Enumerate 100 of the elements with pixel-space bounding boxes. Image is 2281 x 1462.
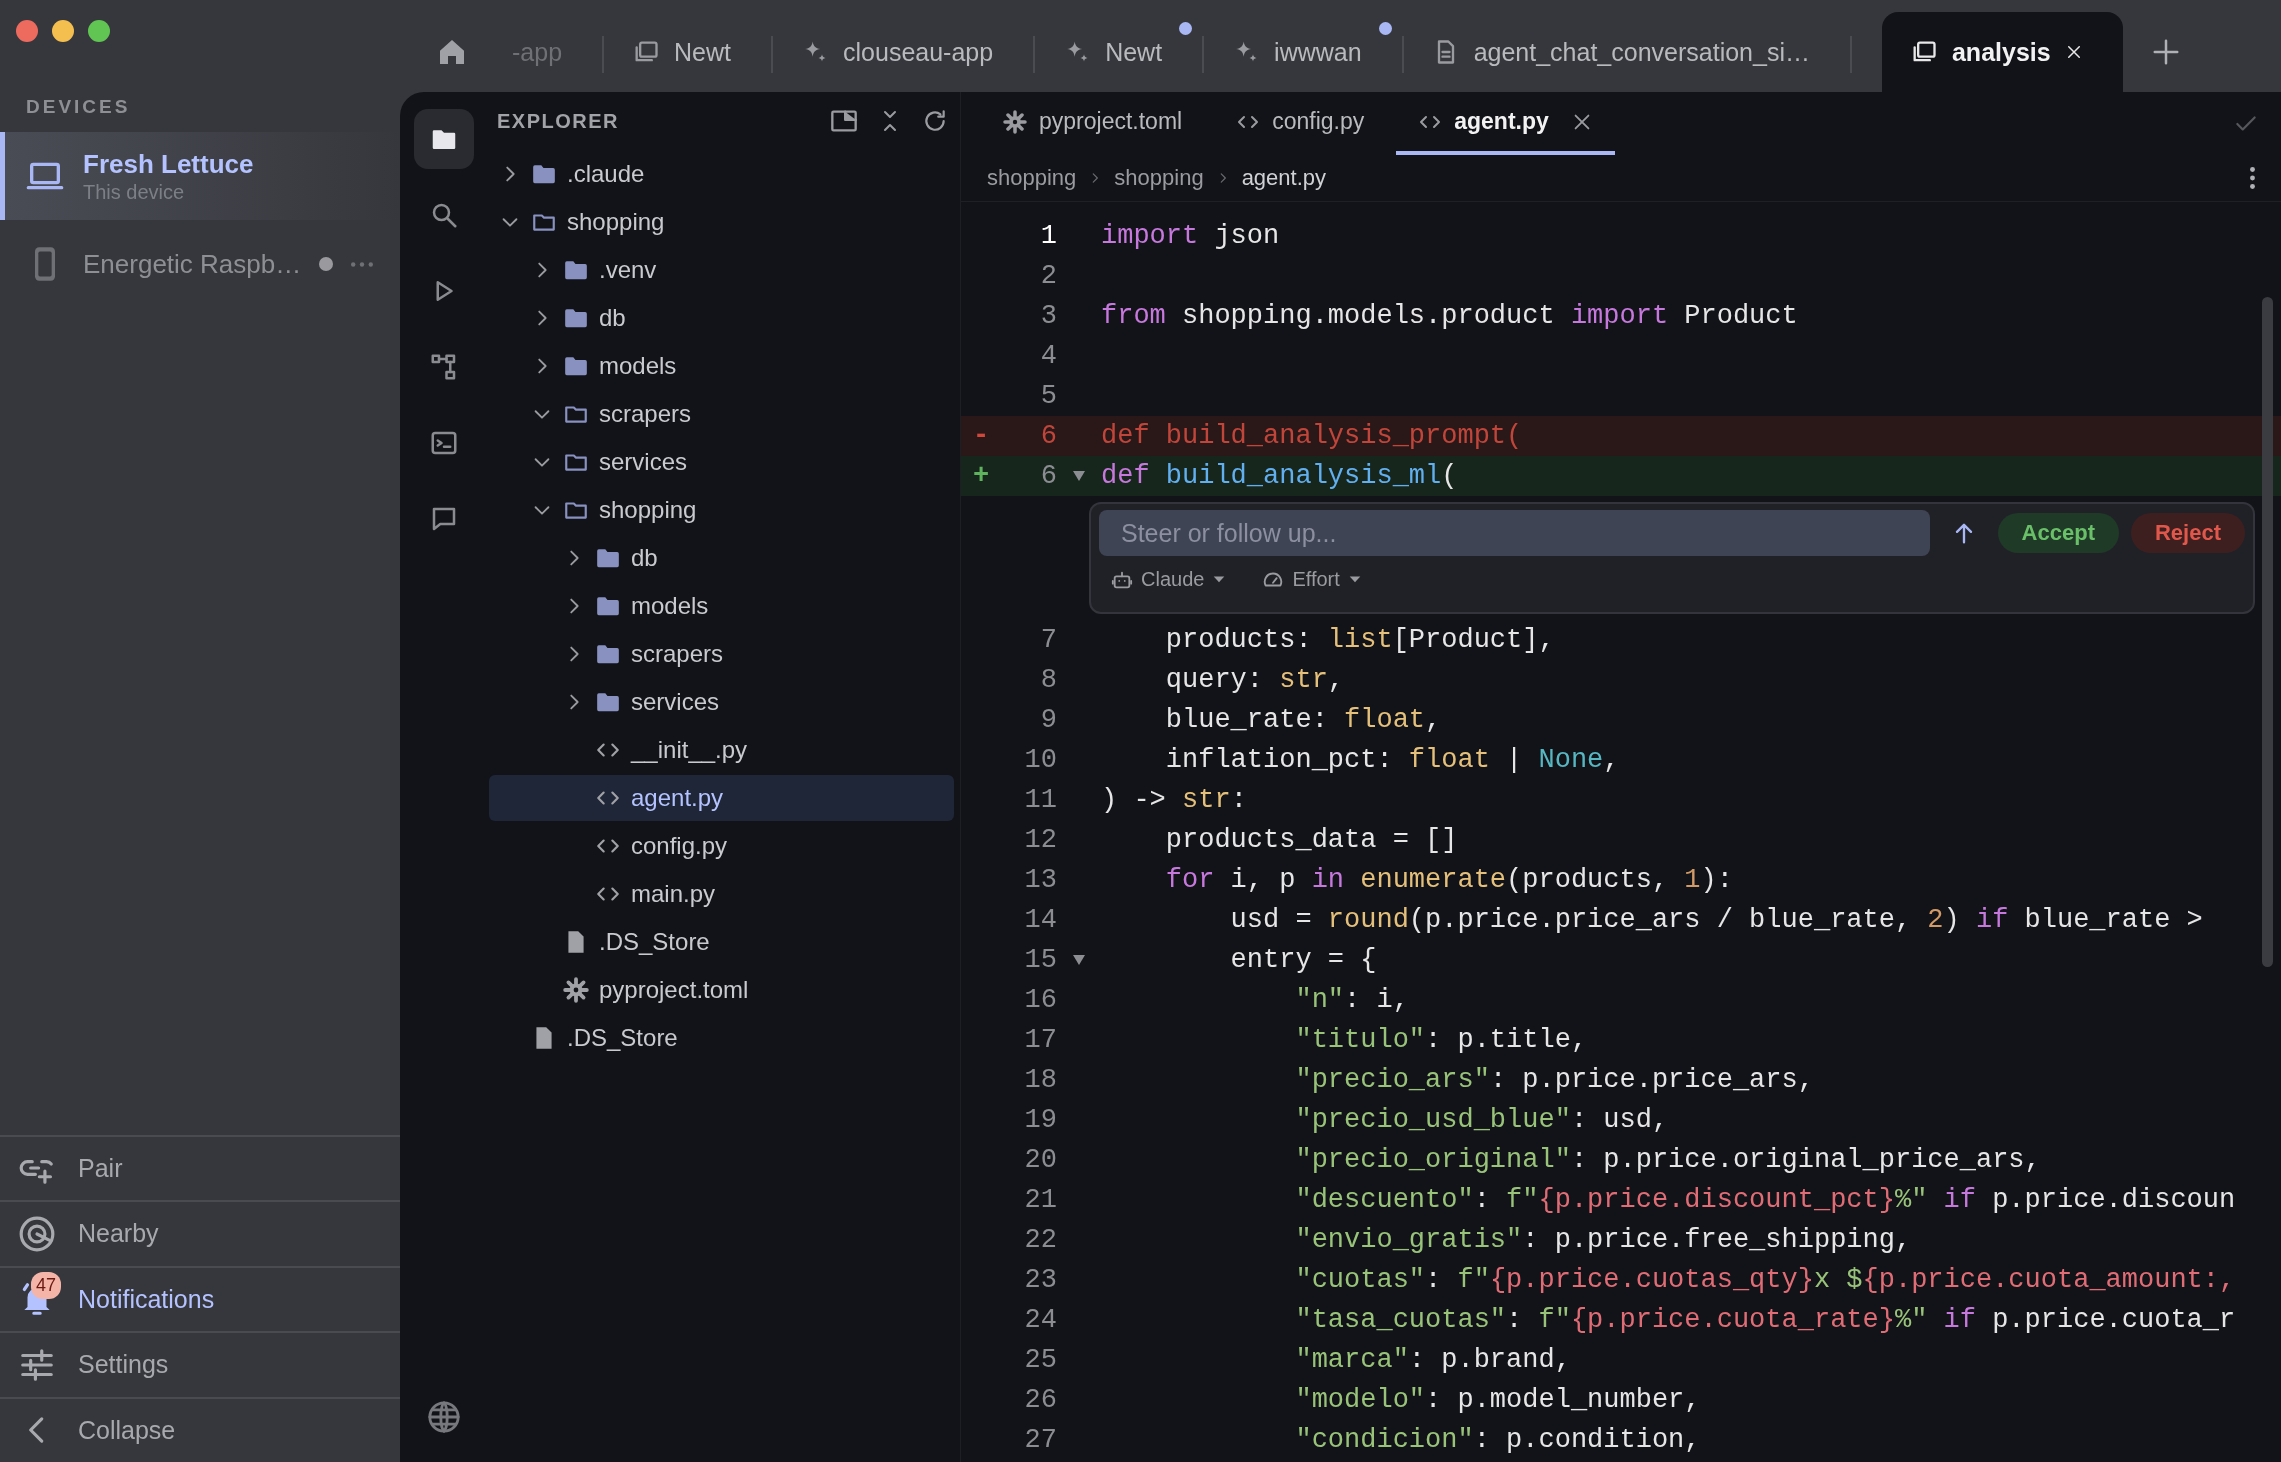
line-number: 25 (1023, 1345, 1057, 1375)
tree-item[interactable]: .claude (489, 151, 954, 197)
code-line: for i, p in enumerate(products, 1): (1164, 865, 1733, 895)
code-line: "n": i, (1294, 985, 1409, 1015)
line-number: 11 (1023, 785, 1057, 815)
effort-dropdown[interactable]: Effort (1262, 568, 1362, 591)
line-number: 23 (1023, 1265, 1057, 1295)
line-number: 26 (1023, 1385, 1057, 1415)
line-number: 3 (1039, 301, 1057, 331)
line-number: 6 (1039, 461, 1057, 491)
tree-item[interactable]: shopping (489, 487, 954, 533)
breadcrumb-item[interactable]: agent.py (1241, 165, 1327, 191)
model-dropdown[interactable]: Claude (1111, 568, 1227, 591)
line-number: 5 (1039, 381, 1057, 411)
code-line: entry = { (1229, 945, 1377, 975)
code-line: "tasa_cuotas": f"{p.price.cuota_rate}%" if p.price.cuota_r (1294, 1305, 2236, 1335)
device-item[interactable]: Energetic Raspb… (0, 220, 400, 308)
line-number: 20 (1023, 1145, 1057, 1175)
code-line: usd = round(p.price.price_ars / blue_rate, 2) if blue_rate > (1229, 905, 2203, 935)
close-window-button[interactable] (16, 20, 38, 42)
nav-item[interactable]: Nearby (0, 1200, 400, 1266)
radar-icon (18, 1214, 56, 1253)
tree-item[interactable]: services (489, 439, 954, 485)
tree-item[interactable]: db (489, 295, 954, 341)
reject-button[interactable]: Reject (2130, 513, 2245, 553)
code-line: "precio_ars": p.price.price_ars, (1294, 1065, 1814, 1095)
gear-icon (1003, 109, 1027, 134)
tree-item[interactable]: __init__.py (489, 727, 954, 773)
notification-badge: 47 (31, 1271, 62, 1299)
device-subtitle: This device (83, 180, 185, 204)
code-line: inflation_pct: float | None, (1164, 745, 1620, 775)
line-number: 9 (1039, 705, 1057, 735)
editor-tab[interactable]: config.py (1214, 92, 1387, 155)
prompt-input[interactable]: Steer or follow up... (1099, 510, 1930, 556)
more-vertical-icon[interactable] (2250, 167, 2255, 189)
tab[interactable]: analysis (1881, 12, 2123, 92)
line-number: 1 (1039, 221, 1057, 251)
nav-item[interactable]: Notifications 47 (0, 1265, 400, 1331)
code-line: blue_rate: float, (1164, 705, 1442, 735)
line-number: 19 (1023, 1105, 1057, 1135)
tree-item[interactable]: db (489, 535, 954, 581)
refresh-icon (922, 108, 948, 134)
code-line: import json (1101, 221, 1280, 251)
line-number: 2 (1039, 261, 1057, 291)
accept-button[interactable]: Accept (1997, 513, 2119, 553)
tree-item[interactable]: scrapers (489, 391, 954, 437)
panel-title: EXPLORER (497, 109, 621, 133)
code-line: "titulo": p.title, (1294, 1025, 1588, 1055)
code-line: "modelo": p.model_number, (1294, 1385, 1701, 1415)
code-line: "precio_usd_blue": usd, (1294, 1105, 1669, 1135)
code-line: "envio_gratis": p.price.free_shipping, (1294, 1225, 1912, 1255)
minimize-window-button[interactable] (52, 20, 74, 42)
diff-sign: - (972, 421, 991, 451)
maximize-window-button[interactable] (88, 20, 110, 42)
code-line: ) -> str: (1101, 785, 1247, 815)
nav-item[interactable]: Settings (0, 1331, 400, 1397)
line-number: 21 (1023, 1185, 1057, 1215)
editor-tab[interactable]: agent.py (1396, 92, 1615, 155)
tree-item[interactable]: agent.py (489, 775, 954, 821)
more-icon[interactable] (351, 261, 374, 267)
code-line: "precio_original": p.price.original_price_ars, (1294, 1145, 2041, 1175)
code-line: "cuotas": f"{p.price.cuotas_qty}x ${p.price.cuota_amount:, (1294, 1265, 2236, 1295)
breadcrumb-item[interactable]: shopping (987, 165, 1077, 191)
tree-item[interactable]: shopping (489, 199, 954, 245)
tree-item[interactable]: services (489, 679, 954, 725)
editor-tab[interactable]: pyproject.toml (981, 92, 1205, 155)
tree-item[interactable]: main.py (489, 871, 954, 917)
line-number: 16 (1023, 985, 1057, 1015)
code-line: products_data = [] (1164, 825, 1458, 855)
fold-icon[interactable] (1072, 954, 1086, 966)
line-number: 18 (1023, 1065, 1057, 1095)
tree-item[interactable]: .DS_Store (489, 919, 954, 965)
tree-item[interactable]: scrapers (489, 631, 954, 677)
tree-item[interactable]: models (489, 583, 954, 629)
line-number: 24 (1023, 1305, 1057, 1335)
code-line: def build_analysis_prompt( (1101, 421, 1523, 451)
code-line: from shopping.models.product import Product (1101, 301, 1798, 331)
line-number: 13 (1023, 865, 1057, 895)
gear-icon (563, 977, 589, 1003)
code-line: query: str, (1164, 665, 1345, 695)
line-number: 27 (1023, 1425, 1057, 1455)
line-number: 8 (1039, 665, 1057, 695)
breadcrumb-item[interactable]: shopping (1114, 165, 1204, 191)
line-number: 4 (1039, 341, 1057, 371)
tree-item[interactable]: models (489, 343, 954, 389)
scrollbar[interactable] (2262, 297, 2273, 967)
section-heading: DEVICES (25, 95, 132, 119)
device-name: Energetic Raspb… (83, 247, 302, 281)
tree-item[interactable]: config.py (489, 823, 954, 869)
code-line: def build_analysis_ml( (1101, 461, 1458, 491)
tree-item[interactable]: .venv (489, 247, 954, 293)
fold-icon[interactable] (1072, 470, 1086, 482)
code-line: "condicion": p.condition, (1294, 1425, 1701, 1455)
tree-item[interactable]: .DS_Store (489, 1015, 954, 1061)
line-number: 14 (1023, 905, 1057, 935)
activity-button[interactable] (413, 109, 474, 169)
tree-item[interactable]: pyproject.toml (489, 967, 954, 1013)
code-line: products: list[Product], (1164, 625, 1555, 655)
globe-icon (426, 1400, 461, 1434)
diff-sign: + (972, 461, 991, 491)
